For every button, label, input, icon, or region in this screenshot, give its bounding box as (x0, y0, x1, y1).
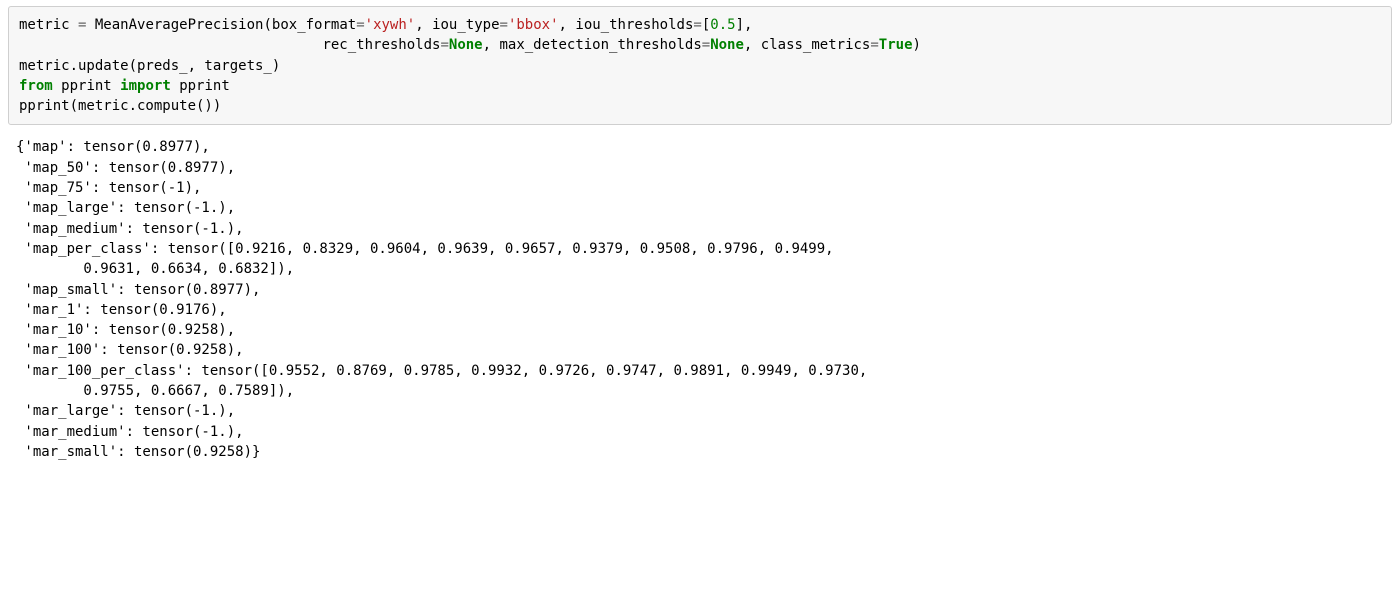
output-line: 'mar_100': tensor(0.9258), (16, 342, 244, 358)
code-token: = (356, 17, 364, 33)
code-token: 'xywh' (365, 17, 416, 33)
code-token: from (19, 78, 53, 94)
code-token: box_format (272, 17, 356, 33)
output-line: {'map': tensor(0.8977), (16, 139, 210, 155)
output-line: 'mar_100_per_class': tensor([0.9552, 0.8… (16, 363, 867, 379)
notebook-cell-group: metric = MeanAveragePrecision(box_format… (0, 0, 1400, 474)
code-token (19, 37, 322, 53)
code-token: MeanAveragePrecision (86, 17, 263, 33)
output-line: 'mar_10': tensor(0.9258), (16, 322, 235, 338)
code-token: 0.5 (710, 17, 735, 33)
code-input-cell[interactable]: metric = MeanAveragePrecision(box_format… (8, 6, 1392, 125)
output-line: 'map_medium': tensor(-1.), (16, 221, 244, 237)
code-token: iou_type (432, 17, 499, 33)
output-line: 'map_small': tensor(0.8977), (16, 282, 260, 298)
code-token: None (710, 37, 744, 53)
output-line: 'map_large': tensor(-1.), (16, 200, 235, 216)
code-token: class_metrics (761, 37, 871, 53)
output-line: 'mar_small': tensor(0.9258)} (16, 444, 260, 460)
code-token: 'bbox' (508, 17, 559, 33)
code-token: , (415, 17, 432, 33)
code-token: = (870, 37, 878, 53)
code-token: None (449, 37, 483, 53)
output-line: 'mar_large': tensor(-1.), (16, 403, 235, 419)
code-token: = (702, 37, 710, 53)
code-token: = (440, 37, 448, 53)
code-output-cell: {'map': tensor(0.8977), 'map_50': tensor… (8, 125, 1392, 462)
output-line: 'map_75': tensor(-1), (16, 180, 201, 196)
code-token: , (559, 17, 576, 33)
output-line: 'mar_1': tensor(0.9176), (16, 302, 227, 318)
code-token (112, 78, 120, 94)
code-token (53, 78, 61, 94)
code-token: metric (19, 17, 78, 33)
code-token: , (483, 37, 500, 53)
code-token: , (744, 17, 752, 33)
code-token: = (693, 17, 701, 33)
code-line: metric.update(preds_, targets_) (19, 58, 280, 74)
output-line: 'map_50': tensor(0.8977), (16, 160, 235, 176)
output-line: 0.9631, 0.6634, 0.6832]), (16, 261, 294, 277)
code-token: True (879, 37, 913, 53)
code-token: , (744, 37, 761, 53)
code-token: ) (913, 37, 921, 53)
code-line: pprint(metric.compute()) (19, 98, 221, 114)
code-token: = (500, 17, 508, 33)
code-token: pprint (61, 78, 112, 94)
code-token: rec_thresholds (322, 37, 440, 53)
output-line: 'mar_medium': tensor(-1.), (16, 424, 244, 440)
code-token (171, 78, 179, 94)
code-token: max_detection_thresholds (499, 37, 701, 53)
code-token: ] (736, 17, 744, 33)
code-token: ( (263, 17, 271, 33)
code-token: pprint (179, 78, 230, 94)
output-line: 0.9755, 0.6667, 0.7589]), (16, 383, 294, 399)
code-token: import (120, 78, 171, 94)
code-token: iou_thresholds (575, 17, 693, 33)
output-line: 'map_per_class': tensor([0.9216, 0.8329,… (16, 241, 834, 257)
